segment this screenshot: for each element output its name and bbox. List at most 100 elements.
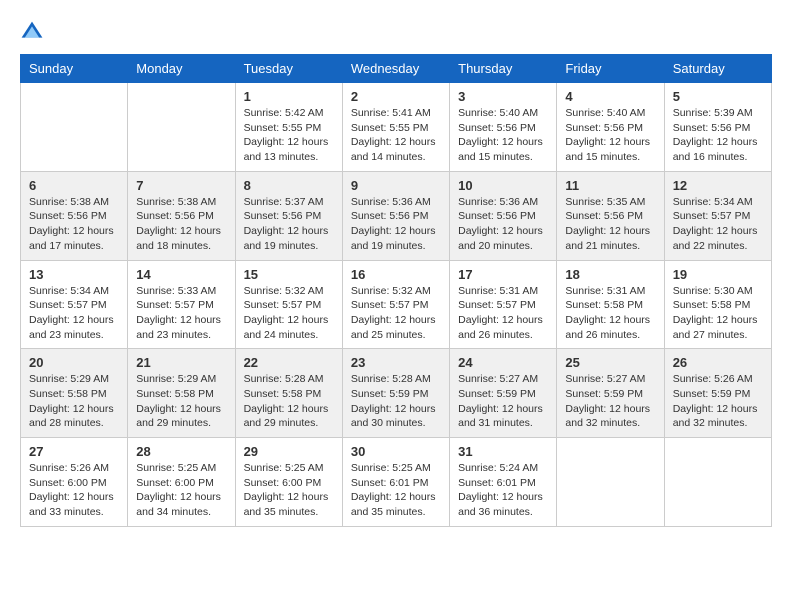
calendar-cell: 23 Sunrise: 5:28 AM Sunset: 5:59 PM Dayli… <box>342 349 449 438</box>
calendar-cell: 8 Sunrise: 5:37 AM Sunset: 5:56 PM Daylig… <box>235 171 342 260</box>
calendar-cell: 14 Sunrise: 5:33 AM Sunset: 5:57 PM Dayli… <box>128 260 235 349</box>
calendar-cell: 2 Sunrise: 5:41 AM Sunset: 5:55 PM Daylig… <box>342 83 449 172</box>
week-row-5: 27 Sunrise: 5:26 AM Sunset: 6:00 PM Dayli… <box>21 438 772 527</box>
day-info: Sunrise: 5:29 AM Sunset: 5:58 PM Dayligh… <box>136 372 226 431</box>
day-number: 26 <box>673 355 763 370</box>
day-info: Sunrise: 5:31 AM Sunset: 5:58 PM Dayligh… <box>565 284 655 343</box>
day-number: 14 <box>136 267 226 282</box>
calendar-cell: 7Sunrise: 5:38 AM Sunset: 5:56 PM Daylig… <box>128 171 235 260</box>
day-number: 31 <box>458 444 548 459</box>
calendar-table: SundayMondayTuesdayWednesdayThursdayFrid… <box>20 54 772 527</box>
day-info: Sunrise: 5:32 AM Sunset: 5:57 PM Dayligh… <box>244 284 334 343</box>
day-number: 24 <box>458 355 548 370</box>
day-info: Sunrise: 5:34 AM Sunset: 5:57 PM Dayligh… <box>29 284 119 343</box>
day-info: Sunrise: 5:40 AM Sunset: 5:56 PM Dayligh… <box>458 106 548 165</box>
day-number: 4 <box>565 89 655 104</box>
day-info: Sunrise: 5:34 AM Sunset: 5:57 PM Dayligh… <box>673 195 763 254</box>
day-info: Sunrise: 5:28 AM Sunset: 5:58 PM Dayligh… <box>244 372 334 431</box>
day-info: Sunrise: 5:31 AM Sunset: 5:57 PM Dayligh… <box>458 284 548 343</box>
column-header-sunday: Sunday <box>21 55 128 83</box>
calendar-cell: 25 Sunrise: 5:27 AM Sunset: 5:59 PM Dayli… <box>557 349 664 438</box>
calendar-cell <box>128 83 235 172</box>
logo <box>20 20 48 44</box>
day-info: Sunrise: 5:24 AM Sunset: 6:01 PM Dayligh… <box>458 461 548 520</box>
column-header-thursday: Thursday <box>450 55 557 83</box>
column-header-tuesday: Tuesday <box>235 55 342 83</box>
day-info: Sunrise: 5:39 AM Sunset: 5:56 PM Dayligh… <box>673 106 763 165</box>
day-info: Sunrise: 5:36 AM Sunset: 5:56 PM Dayligh… <box>351 195 441 254</box>
day-number: 5 <box>673 89 763 104</box>
calendar-cell: 26 Sunrise: 5:26 AM Sunset: 5:59 PM Dayli… <box>664 349 771 438</box>
calendar-cell: 22Sunrise: 5:28 AM Sunset: 5:58 PM Dayli… <box>235 349 342 438</box>
day-info: Sunrise: 5:38 AM Sunset: 5:56 PM Dayligh… <box>29 195 119 254</box>
calendar-cell: 13 Sunrise: 5:34 AM Sunset: 5:57 PM Dayli… <box>21 260 128 349</box>
day-number: 27 <box>29 444 119 459</box>
day-number: 6 <box>29 178 119 193</box>
day-number: 17 <box>458 267 548 282</box>
calendar-cell <box>557 438 664 527</box>
day-number: 11 <box>565 178 655 193</box>
logo-icon <box>20 20 44 44</box>
day-number: 25 <box>565 355 655 370</box>
week-row-1: 1 Sunrise: 5:42 AM Sunset: 5:55 PM Daylig… <box>21 83 772 172</box>
calendar-cell: 15 Sunrise: 5:32 AM Sunset: 5:57 PM Dayli… <box>235 260 342 349</box>
calendar-cell: 4 Sunrise: 5:40 AM Sunset: 5:56 PM Daylig… <box>557 83 664 172</box>
day-info: Sunrise: 5:37 AM Sunset: 5:56 PM Dayligh… <box>244 195 334 254</box>
day-info: Sunrise: 5:25 AM Sunset: 6:00 PM Dayligh… <box>136 461 226 520</box>
day-info: Sunrise: 5:27 AM Sunset: 5:59 PM Dayligh… <box>565 372 655 431</box>
day-number: 20 <box>29 355 119 370</box>
calendar-cell: 27 Sunrise: 5:26 AM Sunset: 6:00 PM Dayli… <box>21 438 128 527</box>
calendar-cell <box>21 83 128 172</box>
day-number: 8 <box>244 178 334 193</box>
week-row-4: 20 Sunrise: 5:29 AM Sunset: 5:58 PM Dayli… <box>21 349 772 438</box>
day-number: 15 <box>244 267 334 282</box>
calendar-header-row: SundayMondayTuesdayWednesdayThursdayFrid… <box>21 55 772 83</box>
calendar-cell: 20Sunrise: 5:29 AM Sunset: 5:58 PM Dayli… <box>21 349 128 438</box>
day-number: 28 <box>136 444 226 459</box>
calendar-cell: 10Sunrise: 5:36 AM Sunset: 5:56 PM Dayli… <box>450 171 557 260</box>
calendar-body: 1 Sunrise: 5:42 AM Sunset: 5:55 PM Daylig… <box>21 83 772 527</box>
day-number: 9 <box>351 178 441 193</box>
day-info: Sunrise: 5:25 AM Sunset: 6:01 PM Dayligh… <box>351 461 441 520</box>
day-number: 23 <box>351 355 441 370</box>
calendar-cell: 9 Sunrise: 5:36 AM Sunset: 5:56 PM Daylig… <box>342 171 449 260</box>
calendar-cell: 21 Sunrise: 5:29 AM Sunset: 5:58 PM Dayli… <box>128 349 235 438</box>
calendar-cell: 24 Sunrise: 5:27 AM Sunset: 5:59 PM Dayli… <box>450 349 557 438</box>
column-header-saturday: Saturday <box>664 55 771 83</box>
day-info: Sunrise: 5:26 AM Sunset: 5:59 PM Dayligh… <box>673 372 763 431</box>
calendar-cell: 19 Sunrise: 5:30 AM Sunset: 5:58 PM Dayli… <box>664 260 771 349</box>
calendar-cell: 3 Sunrise: 5:40 AM Sunset: 5:56 PM Daylig… <box>450 83 557 172</box>
week-row-3: 13 Sunrise: 5:34 AM Sunset: 5:57 PM Dayli… <box>21 260 772 349</box>
page-header <box>20 20 772 44</box>
calendar-cell: 5 Sunrise: 5:39 AM Sunset: 5:56 PM Daylig… <box>664 83 771 172</box>
column-header-wednesday: Wednesday <box>342 55 449 83</box>
day-number: 18 <box>565 267 655 282</box>
day-info: Sunrise: 5:41 AM Sunset: 5:55 PM Dayligh… <box>351 106 441 165</box>
day-info: Sunrise: 5:40 AM Sunset: 5:56 PM Dayligh… <box>565 106 655 165</box>
day-number: 19 <box>673 267 763 282</box>
day-number: 21 <box>136 355 226 370</box>
day-info: Sunrise: 5:28 AM Sunset: 5:59 PM Dayligh… <box>351 372 441 431</box>
day-number: 13 <box>29 267 119 282</box>
day-info: Sunrise: 5:25 AM Sunset: 6:00 PM Dayligh… <box>244 461 334 520</box>
day-number: 12 <box>673 178 763 193</box>
calendar-cell: 12 Sunrise: 5:34 AM Sunset: 5:57 PM Dayli… <box>664 171 771 260</box>
day-number: 1 <box>244 89 334 104</box>
day-info: Sunrise: 5:33 AM Sunset: 5:57 PM Dayligh… <box>136 284 226 343</box>
day-info: Sunrise: 5:38 AM Sunset: 5:56 PM Dayligh… <box>136 195 226 254</box>
day-number: 3 <box>458 89 548 104</box>
day-info: Sunrise: 5:42 AM Sunset: 5:55 PM Dayligh… <box>244 106 334 165</box>
week-row-2: 6 Sunrise: 5:38 AM Sunset: 5:56 PM Daylig… <box>21 171 772 260</box>
day-info: Sunrise: 5:32 AM Sunset: 5:57 PM Dayligh… <box>351 284 441 343</box>
column-header-friday: Friday <box>557 55 664 83</box>
day-info: Sunrise: 5:30 AM Sunset: 5:58 PM Dayligh… <box>673 284 763 343</box>
day-info: Sunrise: 5:27 AM Sunset: 5:59 PM Dayligh… <box>458 372 548 431</box>
calendar-cell: 18 Sunrise: 5:31 AM Sunset: 5:58 PM Dayli… <box>557 260 664 349</box>
calendar-cell: 30Sunrise: 5:25 AM Sunset: 6:01 PM Dayli… <box>342 438 449 527</box>
calendar-cell: 16 Sunrise: 5:32 AM Sunset: 5:57 PM Dayli… <box>342 260 449 349</box>
day-number: 16 <box>351 267 441 282</box>
day-number: 10 <box>458 178 548 193</box>
day-info: Sunrise: 5:26 AM Sunset: 6:00 PM Dayligh… <box>29 461 119 520</box>
calendar-cell: 6 Sunrise: 5:38 AM Sunset: 5:56 PM Daylig… <box>21 171 128 260</box>
day-number: 2 <box>351 89 441 104</box>
